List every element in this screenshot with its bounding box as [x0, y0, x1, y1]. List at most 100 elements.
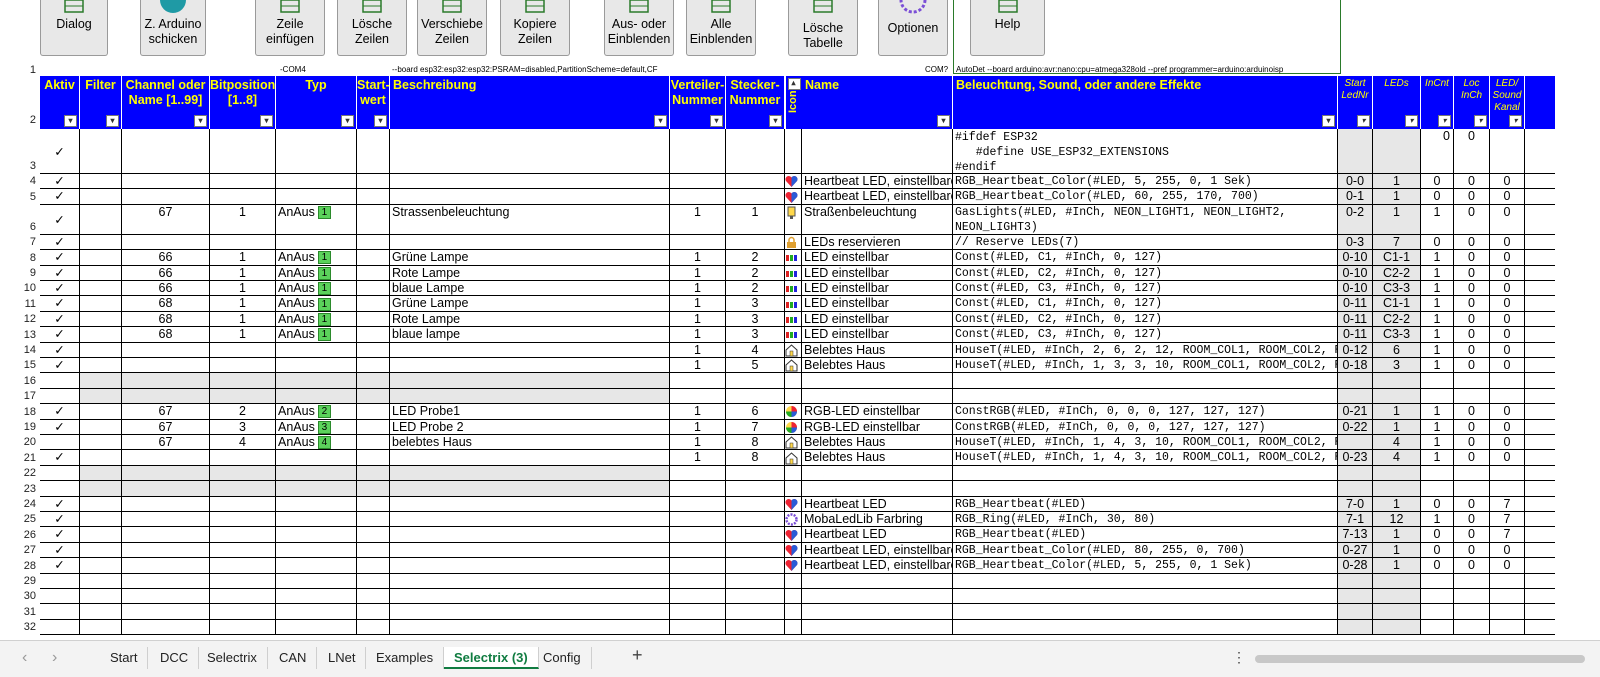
- row-header[interactable]: 18: [0, 406, 40, 418]
- table-cell[interactable]: ✓: [40, 450, 80, 465]
- table-cell[interactable]: 1: [670, 311, 726, 327]
- table-cell[interactable]: [785, 204, 802, 234]
- table-cell[interactable]: 0: [1421, 174, 1454, 189]
- table-cell[interactable]: [276, 619, 357, 635]
- table-cell[interactable]: [357, 619, 390, 635]
- table-cell[interactable]: 0: [1490, 189, 1525, 204]
- table-cell[interactable]: 1: [1421, 404, 1454, 419]
- table-cell[interactable]: [390, 342, 670, 357]
- tab-dcc[interactable]: DCC: [150, 647, 200, 669]
- table-cell[interactable]: [670, 604, 726, 619]
- table-cell[interactable]: 0: [1454, 129, 1490, 173]
- tab-config[interactable]: Config: [533, 647, 592, 669]
- table-cell[interactable]: 1: [670, 419, 726, 434]
- table-row[interactable]: ✓ Heartbeat LED, einstellbare RGB_Heartbea…: [40, 174, 1555, 190]
- table-cell[interactable]: [785, 296, 802, 311]
- table-row[interactable]: ✓ Heartbeat LED, einstellbare RGB_Heartbea…: [40, 189, 1555, 205]
- table-row[interactable]: [40, 573, 1555, 589]
- table-cell[interactable]: [357, 234, 390, 250]
- table-cell[interactable]: [80, 327, 122, 342]
- table-cell[interactable]: [210, 234, 276, 250]
- table-cell[interactable]: [40, 619, 80, 635]
- table-cell[interactable]: 1: [1421, 512, 1454, 527]
- table-cell[interactable]: [276, 129, 357, 173]
- table-cell[interactable]: [357, 496, 390, 511]
- table-cell[interactable]: 1: [1373, 542, 1421, 558]
- table-cell[interactable]: 68: [122, 311, 210, 327]
- table-cell[interactable]: [357, 373, 390, 388]
- table-cell[interactable]: 0: [1454, 296, 1490, 311]
- table-cell[interactable]: Const(#LED, C3, #InCh, 0, 127): [953, 281, 1338, 296]
- table-cell[interactable]: [1421, 373, 1454, 388]
- table-cell[interactable]: Belebtes Haus: [802, 358, 953, 373]
- table-cell[interactable]: [1373, 481, 1421, 496]
- table-cell[interactable]: 0: [1490, 358, 1525, 373]
- table-cell[interactable]: 1: [210, 296, 276, 311]
- table-cell[interactable]: [390, 465, 670, 481]
- table-cell[interactable]: [357, 296, 390, 311]
- table-cell[interactable]: [1373, 619, 1421, 635]
- table-cell[interactable]: 0-21: [1338, 404, 1373, 419]
- table-cell[interactable]: [785, 311, 802, 327]
- table-cell[interactable]: [80, 527, 122, 542]
- table-cell[interactable]: RGB_Heartbeat(#LED): [953, 527, 1338, 542]
- row-header[interactable]: 22: [0, 467, 40, 479]
- table-cell[interactable]: 1: [1373, 174, 1421, 189]
- table-cell[interactable]: GasLights(#LED, #InCh, NEON_LIGHT1, NEON…: [953, 204, 1338, 234]
- table-cell[interactable]: [390, 388, 670, 404]
- table-cell[interactable]: AnAus 1: [276, 296, 357, 311]
- table-cell[interactable]: 0: [1421, 129, 1454, 173]
- table-cell[interactable]: ✓: [40, 558, 80, 573]
- filter-dropdown-icon[interactable]: ▾: [374, 115, 387, 127]
- table-cell[interactable]: 0-0: [1338, 174, 1373, 189]
- table-cell[interactable]: [210, 481, 276, 496]
- table-row[interactable]: [40, 465, 1555, 482]
- table-cell[interactable]: 68: [122, 296, 210, 311]
- table-cell[interactable]: 66: [122, 250, 210, 265]
- table-cell[interactable]: [276, 189, 357, 204]
- row-header[interactable]: 15: [0, 359, 40, 371]
- table-cell[interactable]: [785, 619, 802, 635]
- row-header[interactable]: 27: [0, 544, 40, 556]
- table-cell[interactable]: 1: [1421, 311, 1454, 327]
- table-cell[interactable]: [80, 604, 122, 619]
- table-cell[interactable]: 0: [1490, 327, 1525, 342]
- table-cell[interactable]: 0: [1421, 558, 1454, 573]
- table-row[interactable]: [40, 373, 1555, 389]
- table-cell[interactable]: [357, 558, 390, 573]
- table-cell[interactable]: [670, 373, 726, 388]
- table-row[interactable]: ✓ Heartbeat LED RGB_Heartbeat(#LED) 7-0 1 0 0 7: [40, 496, 1555, 512]
- table-cell[interactable]: ✓: [40, 404, 80, 419]
- table-cell[interactable]: 4: [726, 342, 785, 357]
- table-cell[interactable]: [785, 342, 802, 357]
- table-cell[interactable]: 0: [1454, 265, 1490, 280]
- table-cell[interactable]: 8: [726, 435, 785, 450]
- table-cell[interactable]: Belebtes Haus: [802, 342, 953, 357]
- table-cell[interactable]: [1490, 129, 1525, 173]
- table-cell[interactable]: MobaLedLib Farbring: [802, 512, 953, 527]
- table-cell[interactable]: [357, 450, 390, 465]
- row-header[interactable]: 12: [0, 313, 40, 325]
- table-cell[interactable]: [785, 265, 802, 280]
- table-cell[interactable]: Heartbeat LED, einstellbare: [802, 174, 953, 189]
- table-cell[interactable]: [802, 589, 953, 604]
- table-cell[interactable]: [40, 481, 80, 496]
- filter-dropdown-icon[interactable]: ▾: [1509, 115, 1522, 127]
- table-cell[interactable]: C1-1: [1373, 250, 1421, 265]
- table-cell[interactable]: [785, 373, 802, 388]
- table-cell[interactable]: [1454, 373, 1490, 388]
- table-cell[interactable]: [1490, 604, 1525, 619]
- row-header[interactable]: 3: [0, 160, 40, 172]
- table-cell[interactable]: [122, 174, 210, 189]
- table-cell[interactable]: [1454, 589, 1490, 604]
- table-cell[interactable]: [670, 189, 726, 204]
- table-cell[interactable]: 0: [1454, 419, 1490, 434]
- add-sheet-button[interactable]: +: [632, 645, 643, 666]
- table-cell[interactable]: 68: [122, 327, 210, 342]
- row-header[interactable]: 25: [0, 513, 40, 525]
- table-cell[interactable]: [80, 496, 122, 511]
- table-cell[interactable]: [726, 573, 785, 588]
- table-cell[interactable]: [390, 619, 670, 635]
- table-cell[interactable]: Heartbeat LED, einstellbare: [802, 558, 953, 573]
- table-cell[interactable]: [210, 388, 276, 404]
